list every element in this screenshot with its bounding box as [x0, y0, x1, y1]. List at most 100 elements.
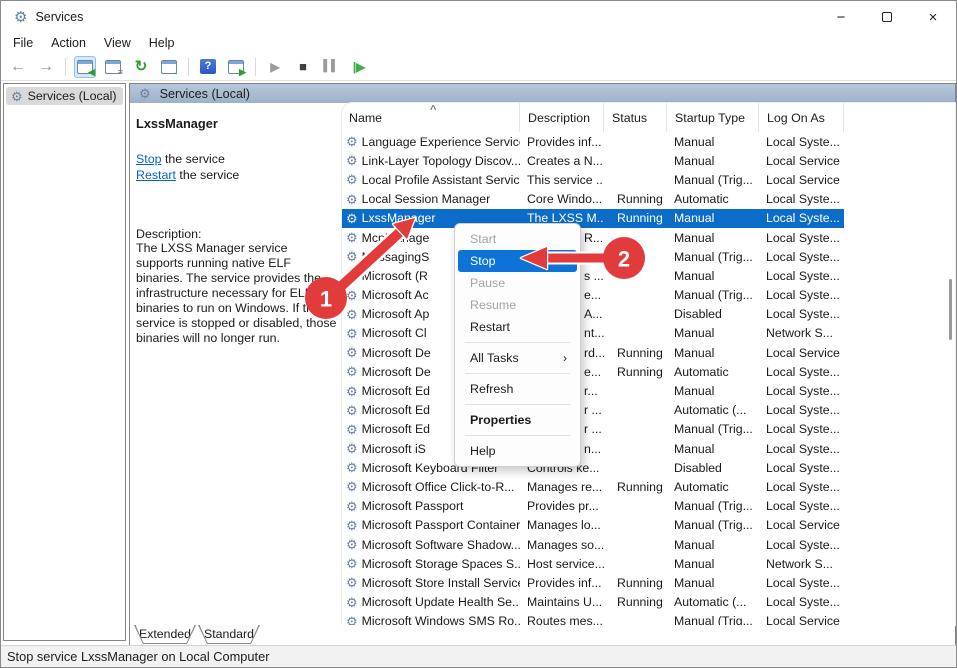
table-row[interactable]: ⚙Microsoft Edr ...Manual (Trig...Local S… — [342, 420, 844, 439]
context-menu-item-restart[interactable]: Restart — [458, 316, 577, 338]
column-header-startup-type[interactable]: Startup Type — [667, 103, 759, 132]
table-row[interactable]: ⚙Microsoft Clnt...ManualNetwork S... — [342, 324, 844, 343]
cell-log-on-as: Local Syste... — [759, 573, 844, 592]
refresh-icon[interactable]: ↻ — [130, 56, 152, 78]
show-console-tree-icon[interactable]: ◀ — [74, 56, 96, 78]
table-row[interactable]: ⚙Microsoft Storage Spaces S...Host servi… — [342, 554, 844, 573]
column-header-name[interactable]: Name^ — [342, 103, 520, 132]
cell-startup-type: Manual — [667, 535, 759, 554]
cell-startup-type: Manual (Trig... — [667, 286, 759, 305]
cell-status — [604, 381, 667, 400]
menu-view[interactable]: View — [95, 36, 140, 50]
cell-status: Running — [604, 477, 667, 496]
service-gear-icon: ⚙ — [346, 289, 358, 302]
restart-service-icon[interactable]: |▶ — [348, 56, 370, 78]
service-gear-icon: ⚙ — [346, 557, 358, 570]
tree-item-services-local[interactable]: ⚙ Services (Local) — [6, 87, 123, 105]
table-row[interactable]: ⚙Microsoft (Rs ...ManualLocal Syste... — [342, 266, 844, 285]
table-row[interactable]: ⚙Microsoft Derd...RunningManualLocal Ser… — [342, 343, 844, 362]
cell-name: ⚙Microsoft Passport — [342, 497, 520, 516]
service-name-text: Microsoft Storage Spaces S... — [362, 557, 520, 571]
vertical-scrollbar[interactable] — [949, 279, 952, 340]
tab-extended[interactable]: Extended — [134, 625, 196, 644]
forward-icon[interactable]: → — [35, 56, 57, 78]
cell-startup-type: Manual (Trig... — [667, 420, 759, 439]
extended-view-icon[interactable]: ▶ — [225, 56, 247, 78]
cell-startup-type: Manual — [667, 573, 759, 592]
tab-label: Extended — [136, 625, 195, 643]
table-row[interactable]: ⚙Microsoft Update Health Se...Maintains … — [342, 593, 844, 612]
services-window: ⚙ Services − × FileActionViewHelp ←→◀≡↻→… — [0, 0, 957, 668]
service-gear-icon: ⚙ — [346, 173, 358, 186]
close-button[interactable]: × — [910, 1, 956, 33]
table-row[interactable]: ⚙Microsoft Software Shadow...Manages so.… — [342, 535, 844, 554]
table-row[interactable]: ⚙Microsoft Office Click-to-R...Manages r… — [342, 477, 844, 496]
table-row[interactable]: ⚙Microsoft Edr ...Automatic (...Local Sy… — [342, 401, 844, 420]
cell-name: ⚙Microsoft Update Health Se... — [342, 593, 520, 612]
column-header-log-on-as[interactable]: Log On As — [759, 103, 844, 132]
back-icon[interactable]: ← — [7, 56, 29, 78]
cell-log-on-as: Local Syste... — [759, 593, 844, 612]
column-header-status[interactable]: Status — [604, 103, 667, 132]
cell-log-on-as: Local Syste... — [759, 458, 844, 477]
cell-startup-type: Manual (Trig... — [667, 170, 759, 189]
context-menu-item-stop[interactable]: Stop — [458, 250, 577, 272]
service-name-text: Microsoft Ed — [362, 422, 430, 436]
menu-file[interactable]: File — [4, 36, 42, 50]
table-row[interactable]: ⚙Microsoft iSn...ManualLocal Syste... — [342, 439, 844, 458]
table-row[interactable]: ⚙Microsoft PassportProvides pr...Manual … — [342, 497, 844, 516]
service-gear-icon: ⚙ — [346, 615, 358, 625]
service-gear-icon: ⚙ — [346, 135, 358, 148]
table-row[interactable]: ⚙Microsoft Windows SMS Ro...Routes mes..… — [342, 612, 844, 625]
cell-name: ⚙ Microsoft Storage Spaces S... — [342, 554, 520, 573]
service-gear-icon: ⚙ — [346, 193, 358, 206]
context-menu-item-all-tasks[interactable]: All Tasks› — [458, 347, 577, 369]
cell-log-on-as: Local Syste... — [759, 420, 844, 439]
pause-service-icon[interactable]: ▌▌ — [320, 56, 342, 78]
table-row[interactable]: ⚙Local Session ManagerCore Windo...Runni… — [342, 190, 844, 209]
export-list-icon[interactable]: → — [158, 56, 180, 78]
table-row[interactable]: ⚙Microsoft Ace...Manual (Trig...Local Sy… — [342, 286, 844, 305]
service-name-text: Microsoft Windows SMS Ro... — [362, 614, 520, 625]
table-row[interactable]: ⚙Link-Layer Topology Discov...Creates a … — [342, 151, 844, 170]
service-detail-panel: LxssManager Stop the service Restart the… — [130, 103, 342, 625]
service-gear-icon: ⚙ — [346, 250, 358, 263]
table-row[interactable]: ⚙MessagingSp...Manual (Trig...Local Syst… — [342, 247, 844, 266]
table-row[interactable]: ⚙Microsoft ApA...DisabledLocal Syste... — [342, 305, 844, 324]
table-row[interactable]: ⚙McpManageR...ManualLocal Syste... — [342, 228, 844, 247]
service-gear-icon: ⚙ — [346, 365, 358, 378]
cell-status: Running — [604, 209, 667, 228]
stop-service-icon[interactable]: ■ — [292, 56, 314, 78]
cell-startup-type: Automatic — [667, 362, 759, 381]
properties-icon[interactable]: ≡ — [102, 56, 124, 78]
service-gear-icon: ⚙ — [346, 404, 358, 417]
context-menu-item-properties[interactable]: Properties — [458, 409, 577, 431]
table-row[interactable]: ⚙Language Experience ServiceProvides inf… — [342, 132, 844, 151]
cell-status — [604, 305, 667, 324]
column-header-label: Description — [528, 111, 590, 125]
cell-startup-type: Manual (Trig... — [667, 516, 759, 535]
help-icon[interactable]: ? — [197, 56, 219, 78]
menu-help[interactable]: Help — [140, 36, 184, 50]
menu-action[interactable]: Action — [42, 36, 95, 50]
tab-standard[interactable]: Standard — [198, 625, 260, 644]
table-row[interactable]: ⚙Local Profile Assistant ServiceThis ser… — [342, 170, 844, 189]
table-row[interactable]: ⚙Microsoft Edr...ManualLocal Syste... — [342, 381, 844, 400]
table-row[interactable]: ⚙Microsoft Keyboard FilterControls ke...… — [342, 458, 844, 477]
table-row[interactable]: ⚙Microsoft Passport ContainerManages lo.… — [342, 516, 844, 535]
cell-log-on-as: Local Syste... — [759, 247, 844, 266]
context-menu-item-refresh[interactable]: Refresh — [458, 378, 577, 400]
stop-service-link[interactable]: Stop — [136, 152, 162, 166]
cell-log-on-as: Local Syste... — [759, 286, 844, 305]
table-row[interactable]: ⚙Microsoft Store Install ServiceProvides… — [342, 573, 844, 592]
maximize-button[interactable] — [864, 1, 910, 33]
cell-status — [604, 439, 667, 458]
minimize-button[interactable]: − — [818, 1, 864, 33]
table-row[interactable]: ⚙Microsoft Dee...RunningAutomaticLocal S… — [342, 362, 844, 381]
table-row-selected[interactable]: ⚙LxssManagerThe LXSS M...RunningManualLo… — [342, 209, 844, 228]
context-menu-item-help[interactable]: Help — [458, 440, 577, 462]
restart-service-link[interactable]: Restart — [136, 168, 176, 182]
service-name-text: Microsoft Ac — [362, 288, 429, 302]
column-header-description[interactable]: Description — [520, 103, 604, 132]
start-service-icon[interactable]: ▶ — [264, 56, 286, 78]
